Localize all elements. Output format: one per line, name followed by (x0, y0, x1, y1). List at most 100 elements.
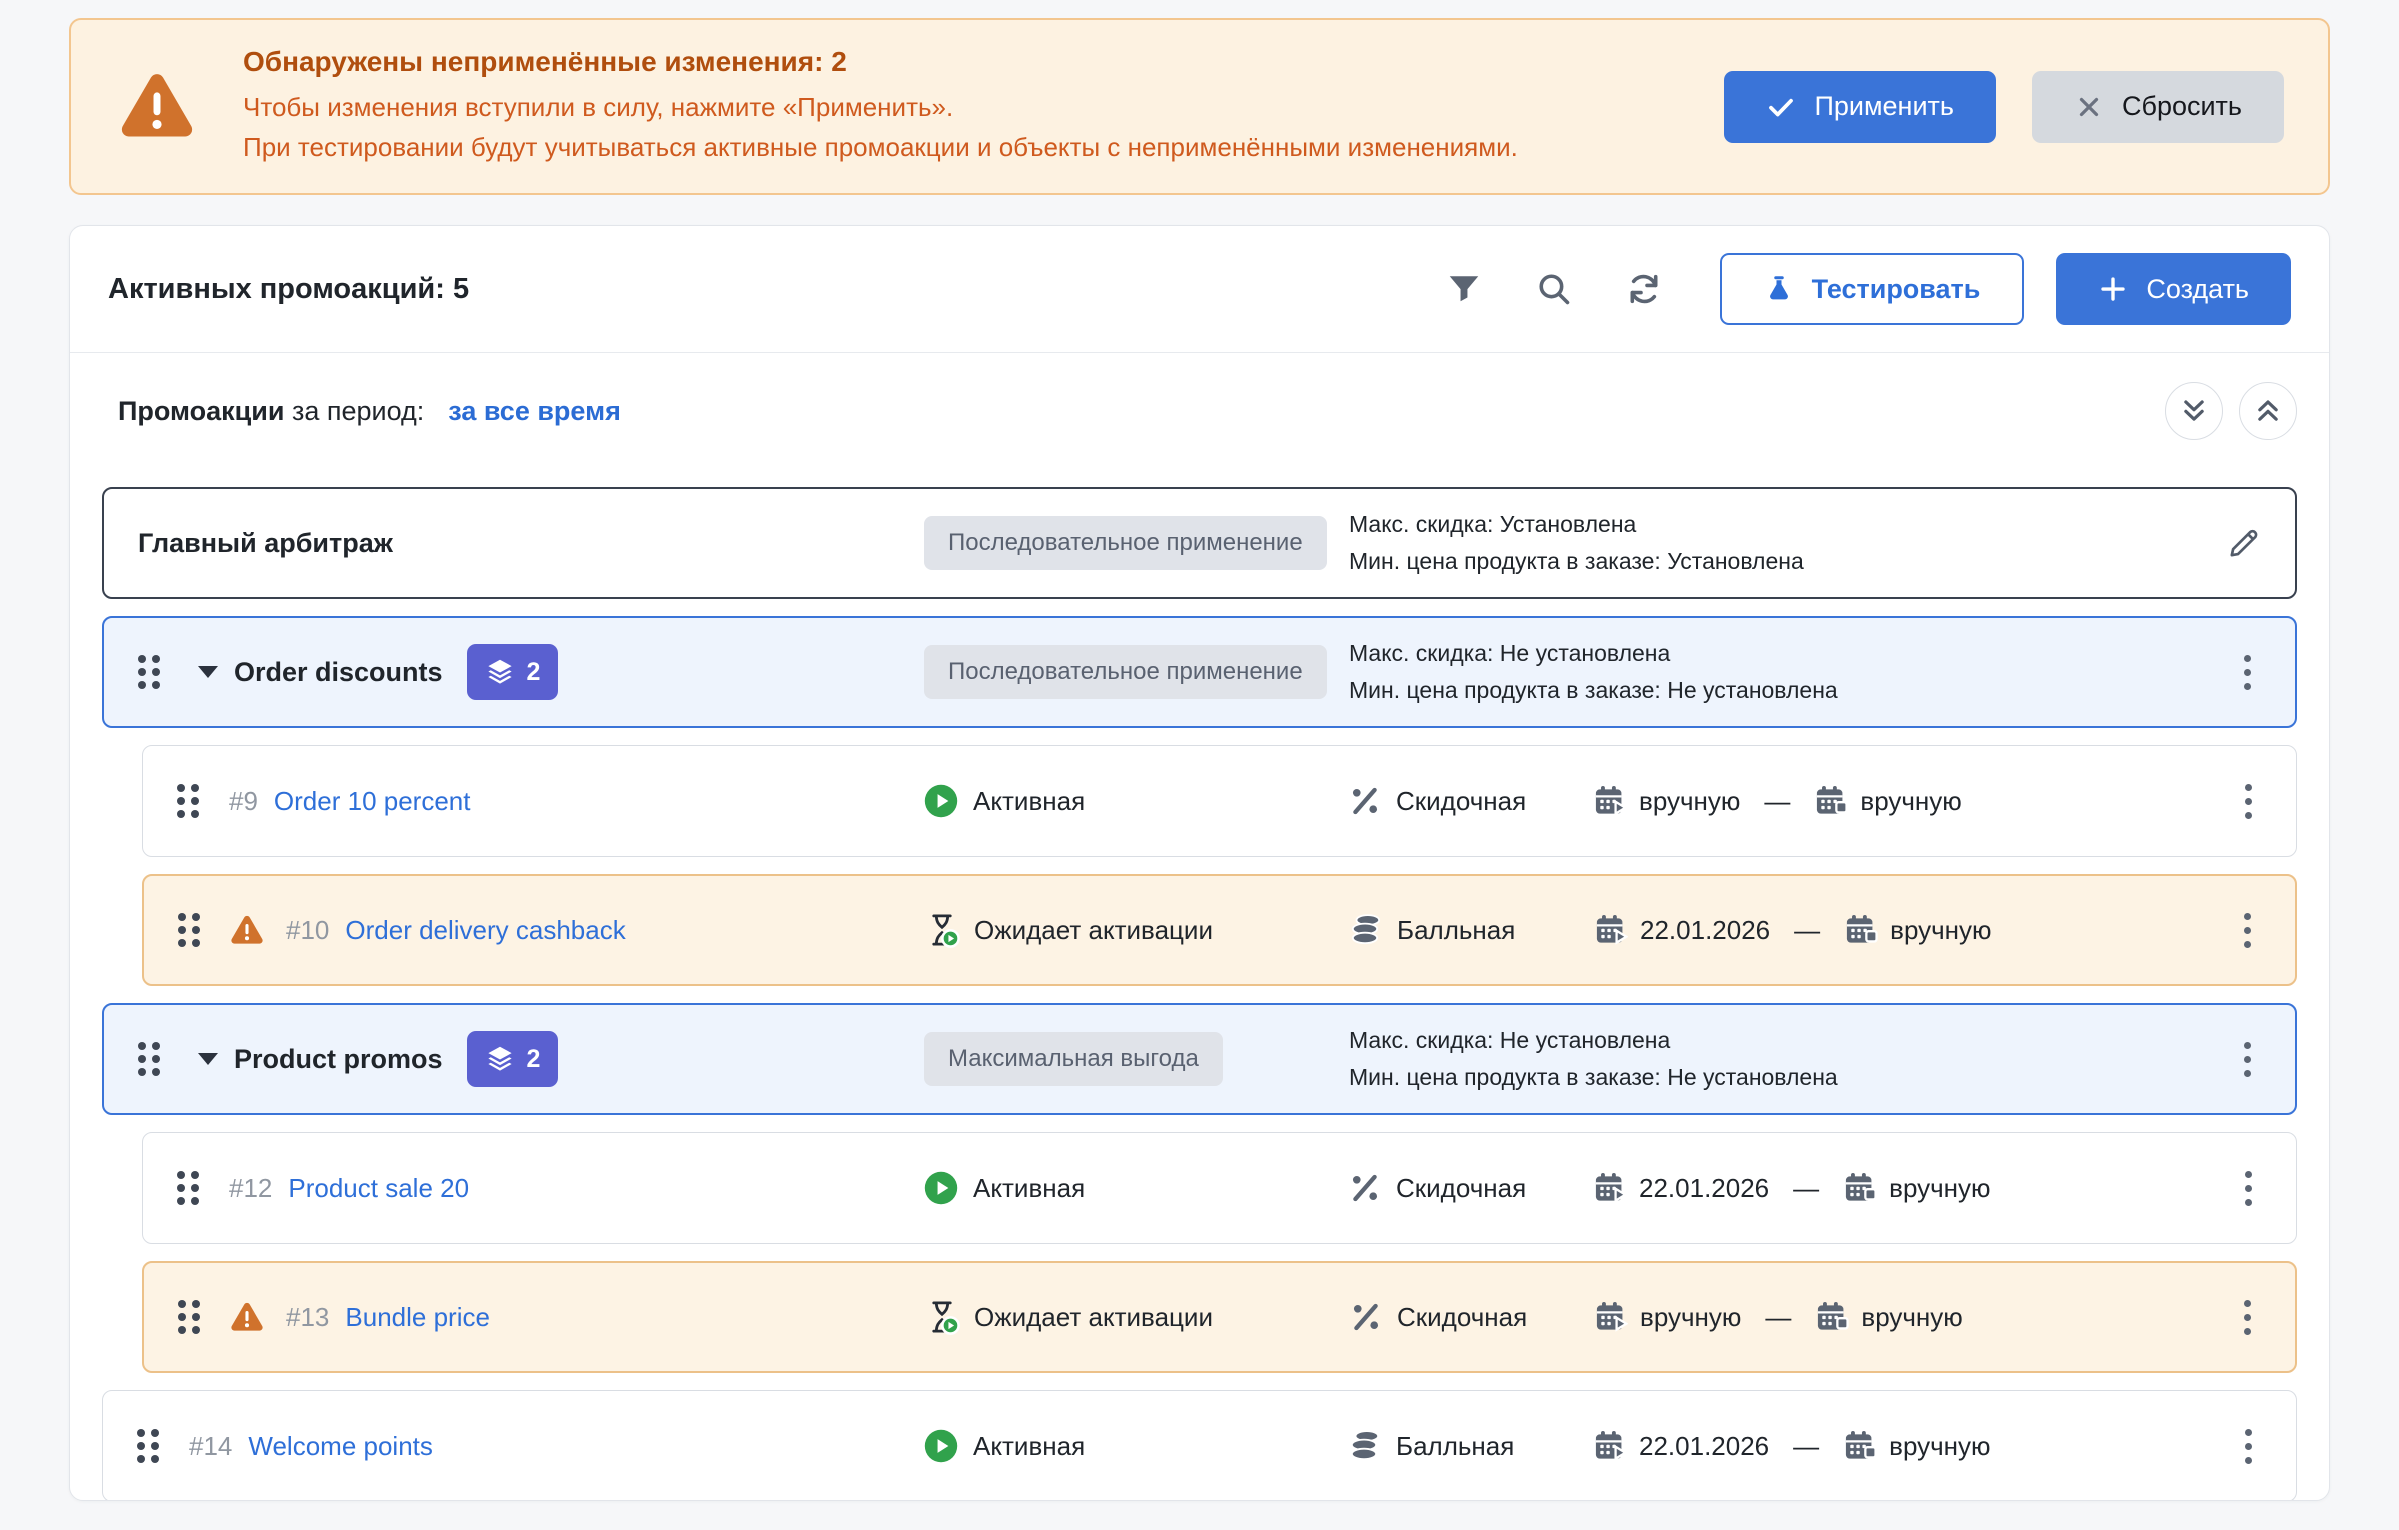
promo-name-link[interactable]: Order delivery cashback (345, 915, 625, 946)
period-link[interactable]: за все время (448, 396, 621, 427)
row-menu-button[interactable] (2235, 1163, 2262, 1214)
page: Обнаружены неприменённые изменения: 2 Чт… (0, 0, 2399, 1530)
status-text: Активная (973, 786, 1085, 817)
calendar-start-icon (1593, 1171, 1627, 1205)
max-discount-text: Макс. скидка: Не установлена (1349, 1022, 2209, 1059)
max-discount-text: Макс. скидка: Не установлена (1349, 635, 2209, 672)
status-text: Ожидает активации (974, 915, 1213, 946)
date-separator: — (1765, 1302, 1791, 1333)
coins-icon (1349, 913, 1383, 947)
calendar-end-icon (1815, 1300, 1849, 1334)
drag-handle-icon[interactable] (177, 1171, 199, 1205)
end-date: вручную (1860, 786, 1961, 817)
collapse-group-icon[interactable] (198, 1053, 218, 1065)
banner-line-2: При тестировании будут учитываться актив… (243, 127, 1694, 167)
group-count: 2 (527, 1045, 541, 1074)
arbitrage-settings: Макс. скидка: Установлена Мин. цена прод… (1349, 506, 2209, 580)
end-date: вручную (1861, 1302, 1962, 1333)
warning-icon (230, 915, 264, 946)
create-button-label: Создать (2146, 274, 2249, 305)
search-icon[interactable] (1536, 271, 1572, 307)
drag-handle-icon[interactable] (178, 1300, 200, 1334)
page-title: Активных промоакций: 5 (108, 273, 1446, 306)
promo-type-text: Балльная (1397, 915, 1515, 946)
percent-icon (1348, 1171, 1382, 1205)
promo-name-link[interactable]: Welcome points (248, 1431, 433, 1462)
promo-type-text: Скидочная (1397, 1302, 1527, 1333)
plus-icon (2098, 274, 2128, 304)
status-pending-icon (924, 1299, 960, 1335)
drag-handle-icon[interactable] (137, 1429, 159, 1463)
promo-id: #10 (286, 915, 329, 946)
calendar-end-icon (1843, 1171, 1877, 1205)
arbitrage-row: Главный арбитраж Последовательное примен… (102, 487, 2297, 599)
promo-name-link[interactable]: Order 10 percent (274, 786, 471, 817)
percent-icon (1349, 1300, 1383, 1334)
double-chevron-down-icon (2179, 396, 2209, 426)
period-label-bold: Промоакции (118, 396, 284, 426)
row-menu-button[interactable] (2235, 776, 2262, 827)
test-button[interactable]: Тестировать (1720, 253, 2025, 325)
period-row: Промоакции за период: за все время (102, 381, 2297, 441)
filter-icon[interactable] (1446, 271, 1482, 307)
end-date: вручную (1889, 1431, 1990, 1462)
expand-all-button[interactable] (2165, 382, 2223, 440)
collapse-buttons (2165, 382, 2297, 440)
promo-type-text: Скидочная (1396, 786, 1526, 817)
row-menu-button[interactable] (2234, 905, 2261, 956)
percent-icon (1348, 784, 1382, 818)
row-menu-button[interactable] (2234, 647, 2261, 698)
edit-icon[interactable] (2227, 526, 2261, 560)
warning-icon (119, 72, 195, 142)
banner-title: Обнаружены неприменённые изменения: 2 (243, 46, 1694, 78)
apply-button[interactable]: Применить (1724, 71, 1996, 143)
min-price-text: Мин. цена продукта в заказе: Не установл… (1349, 672, 2209, 709)
period-label: Промоакции за период: (118, 396, 424, 427)
flask-icon (1764, 274, 1794, 304)
drag-handle-icon[interactable] (138, 1042, 160, 1076)
promo-name-link[interactable]: Bundle price (345, 1302, 490, 1333)
status-active-icon (923, 1428, 959, 1464)
collapse-all-button[interactable] (2239, 382, 2297, 440)
banner-actions: Применить Сбросить (1724, 71, 2284, 143)
unsaved-changes-banner: Обнаружены неприменённые изменения: 2 Чт… (69, 18, 2330, 195)
card-header: Активных промоакций: 5 Тестировать Созда… (70, 226, 2329, 353)
promo-row-14: #14 Welcome points Активная Балльная 22.… (102, 1390, 2297, 1501)
promo-id: #14 (189, 1431, 232, 1462)
promo-name-link[interactable]: Product sale 20 (288, 1173, 469, 1204)
test-button-label: Тестировать (1812, 274, 1981, 305)
status-text: Активная (973, 1431, 1085, 1462)
create-button[interactable]: Создать (2056, 253, 2291, 325)
calendar-start-icon (1593, 1429, 1627, 1463)
drag-handle-icon[interactable] (177, 784, 199, 818)
promo-id: #12 (229, 1173, 272, 1204)
reset-button[interactable]: Сбросить (2032, 71, 2284, 143)
row-menu-button[interactable] (2234, 1292, 2261, 1343)
apply-button-label: Применить (1814, 91, 1954, 122)
row-menu-button[interactable] (2234, 1034, 2261, 1085)
min-price-text: Мин. цена продукта в заказе: Установлена (1349, 543, 2209, 580)
status-text: Активная (973, 1173, 1085, 1204)
promo-list: Промоакции за период: за все время Главн… (70, 353, 2329, 1501)
status-active-icon (923, 1170, 959, 1206)
group-name: Product promos (234, 1044, 443, 1075)
end-date: вручную (1890, 915, 1991, 946)
group-count-badge: 2 (467, 644, 559, 700)
header-tools (1446, 271, 1662, 307)
start-date: вручную (1640, 1302, 1741, 1333)
group-count: 2 (527, 658, 541, 687)
row-menu-button[interactable] (2235, 1421, 2262, 1472)
drag-handle-icon[interactable] (178, 913, 200, 947)
calendar-start-icon (1593, 784, 1627, 818)
group-name: Order discounts (234, 657, 443, 688)
collapse-group-icon[interactable] (198, 666, 218, 678)
start-date: 22.01.2026 (1639, 1173, 1769, 1204)
group-row-product-promos: Product promos 2 Максимальная выгода Мак… (102, 1003, 2297, 1115)
max-discount-text: Макс. скидка: Установлена (1349, 506, 2209, 543)
promo-type-text: Скидочная (1396, 1173, 1526, 1204)
banner-text: Обнаружены неприменённые изменения: 2 Чт… (243, 46, 1694, 167)
promo-row-9: #9 Order 10 percent Активная Скидочная в… (142, 745, 2297, 857)
drag-handle-icon[interactable] (138, 655, 160, 689)
date-separator: — (1794, 915, 1820, 946)
refresh-icon[interactable] (1626, 271, 1662, 307)
